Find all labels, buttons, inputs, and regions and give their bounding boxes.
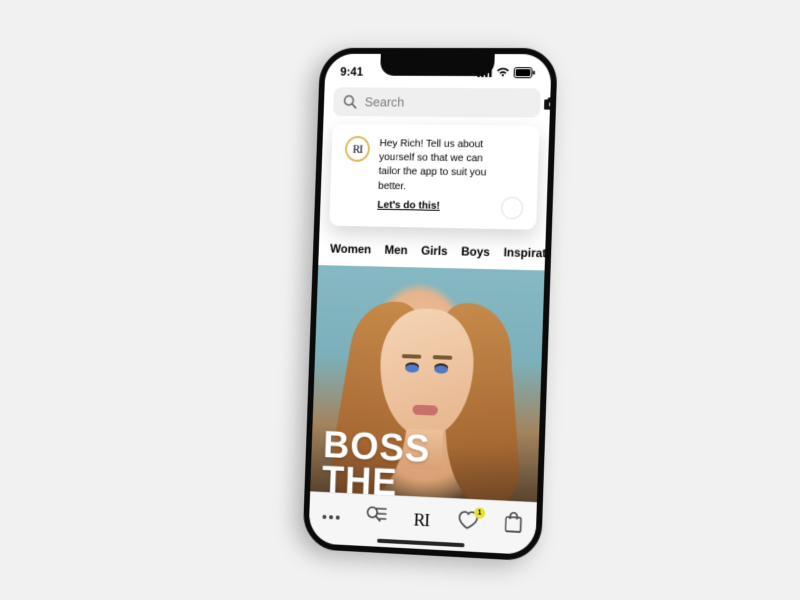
tab-inspiration[interactable]: Inspiration (503, 245, 545, 260)
onboarding-message: Hey Rich! Tell us about yourself so that… (378, 136, 504, 194)
phone-frame: 9:41 (302, 48, 558, 562)
close-icon[interactable] (501, 196, 523, 219)
cellular-signal-icon (477, 67, 492, 77)
more-icon (322, 506, 342, 525)
tab-women[interactable]: Women (330, 241, 372, 256)
device-notch (380, 54, 495, 76)
onboarding-cta-link[interactable]: Let's do this! (377, 198, 440, 211)
hero-banner[interactable]: BOSS THE (310, 265, 544, 502)
tab-search[interactable] (362, 503, 390, 532)
tab-home[interactable]: RI (407, 506, 435, 536)
tab-bag[interactable] (499, 510, 528, 540)
tab-more[interactable] (318, 501, 346, 530)
app-screen: 9:41 (308, 54, 551, 555)
search-input[interactable] (365, 94, 536, 110)
tab-girls[interactable]: Girls (421, 243, 448, 258)
tab-men[interactable]: Men (384, 242, 408, 256)
bag-icon (503, 511, 524, 539)
onboarding-card: RI Hey Rich! Tell us about yourself so t… (329, 124, 539, 230)
hero-headline: BOSS THE (321, 428, 431, 502)
home-indicator (377, 539, 464, 548)
tab-wishlist[interactable]: 1 (453, 508, 481, 538)
search-list-icon (365, 505, 387, 531)
status-indicators (477, 67, 535, 78)
hero-model-illustration (360, 307, 492, 502)
status-bar: 9:41 (325, 54, 552, 85)
bottom-tab-bar: RI 1 (308, 491, 537, 555)
search-bar[interactable] (333, 87, 541, 117)
battery-icon (514, 67, 536, 78)
brand-logo-icon: RI (352, 141, 362, 156)
wishlist-badge: 1 (474, 507, 485, 519)
search-icon (343, 94, 358, 109)
tab-boys[interactable]: Boys (461, 244, 490, 259)
wifi-icon (496, 67, 510, 77)
brand-logo-icon: RI (413, 509, 429, 531)
brand-avatar: RI (345, 136, 371, 162)
status-time: 9:41 (340, 65, 363, 79)
camera-icon[interactable] (543, 95, 558, 110)
heart-icon (456, 509, 478, 535)
